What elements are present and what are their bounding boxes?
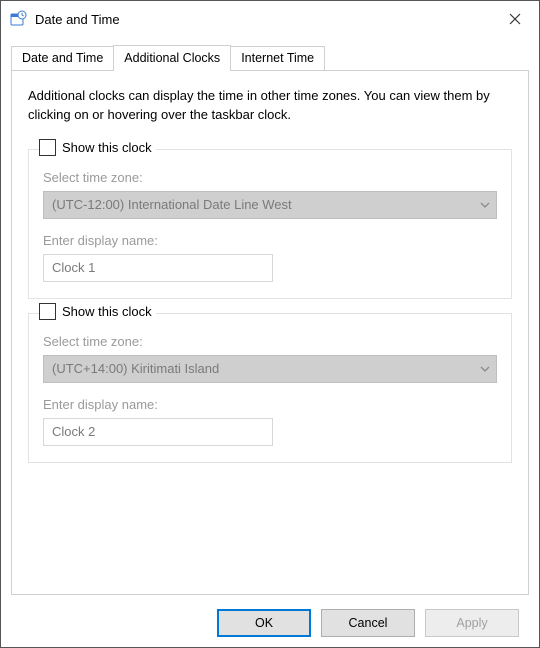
ok-button[interactable]: OK xyxy=(217,609,311,637)
tab-date-and-time[interactable]: Date and Time xyxy=(11,46,114,70)
tab-additional-clocks[interactable]: Additional Clocks xyxy=(113,45,231,71)
close-icon xyxy=(509,13,521,25)
titlebar: Date and Time xyxy=(1,1,539,37)
clock-settings-icon xyxy=(9,10,27,28)
button-bar: OK Cancel Apply xyxy=(11,595,529,637)
close-button[interactable] xyxy=(491,1,539,37)
clock-group-1: Show this clock Select time zone: (UTC-1… xyxy=(28,149,512,299)
chevron-down-icon xyxy=(480,364,490,374)
apply-button-label: Apply xyxy=(456,616,487,630)
cancel-button[interactable]: Cancel xyxy=(321,609,415,637)
intro-text: Additional clocks can display the time i… xyxy=(28,87,512,125)
apply-button[interactable]: Apply xyxy=(425,609,519,637)
show-clock-1[interactable]: Show this clock xyxy=(39,139,156,156)
clock-group-2: Show this clock Select time zone: (UTC+1… xyxy=(28,313,512,463)
ok-button-label: OK xyxy=(255,616,273,630)
displayname-1-input[interactable]: Clock 1 xyxy=(43,254,273,282)
displayname-2-input[interactable]: Clock 2 xyxy=(43,418,273,446)
show-clock-1-label: Show this clock xyxy=(62,140,152,155)
tab-label: Internet Time xyxy=(241,51,314,65)
timezone-2-value: (UTC+14:00) Kiritimati Island xyxy=(52,361,219,376)
timezone-2-label: Select time zone: xyxy=(43,334,497,349)
displayname-2-label: Enter display name: xyxy=(43,397,497,412)
show-clock-1-checkbox[interactable] xyxy=(39,139,56,156)
show-clock-2-checkbox[interactable] xyxy=(39,303,56,320)
client-area: Date and Time Additional Clocks Internet… xyxy=(1,37,539,647)
tabstrip: Date and Time Additional Clocks Internet… xyxy=(11,45,529,70)
window-title: Date and Time xyxy=(35,12,120,27)
cancel-button-label: Cancel xyxy=(349,616,388,630)
displayname-2-value: Clock 2 xyxy=(52,424,95,439)
show-clock-2[interactable]: Show this clock xyxy=(39,303,156,320)
timezone-1-select[interactable]: (UTC-12:00) International Date Line West xyxy=(43,191,497,219)
tabpage-additional-clocks: Additional clocks can display the time i… xyxy=(11,70,529,595)
timezone-1-value: (UTC-12:00) International Date Line West xyxy=(52,197,292,212)
displayname-1-label: Enter display name: xyxy=(43,233,497,248)
chevron-down-icon xyxy=(480,200,490,210)
tab-label: Additional Clocks xyxy=(124,51,220,65)
timezone-2-select[interactable]: (UTC+14:00) Kiritimati Island xyxy=(43,355,497,383)
tab-internet-time[interactable]: Internet Time xyxy=(230,46,325,70)
timezone-1-label: Select time zone: xyxy=(43,170,497,185)
show-clock-2-label: Show this clock xyxy=(62,304,152,319)
tab-label: Date and Time xyxy=(22,51,103,65)
dialog-window: Date and Time Date and Time Additional C… xyxy=(0,0,540,648)
displayname-1-value: Clock 1 xyxy=(52,260,95,275)
